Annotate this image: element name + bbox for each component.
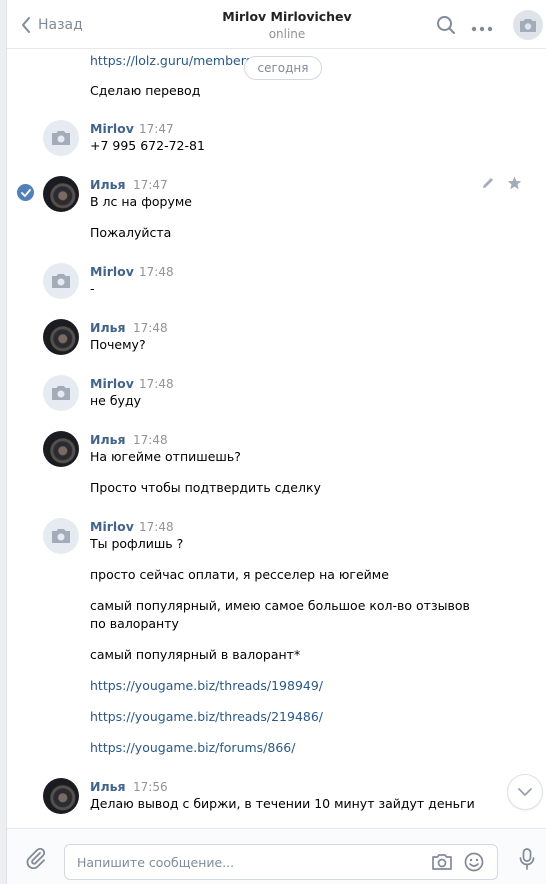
message-text: самый популярный, имею самое большое кол… [90, 598, 470, 631]
message-text: На югейме отпишешь? [90, 449, 241, 464]
microphone-icon [519, 848, 535, 870]
message-text: Делаю вывод с биржи, в течении 10 минут … [90, 796, 475, 811]
message-feed[interactable]: https://lolz.guru/members/5 Сделаю перев… [7, 50, 546, 828]
avatar[interactable] [43, 263, 79, 299]
back-label: Назад [38, 17, 83, 33]
avatar[interactable] [43, 176, 79, 212]
pencil-icon [483, 178, 493, 188]
author-name[interactable]: Mirlov [90, 264, 134, 279]
avatar[interactable] [43, 778, 79, 814]
chevron-down-icon [518, 788, 532, 796]
message-time[interactable]: 17:47 [133, 178, 168, 192]
chevron-left-icon [22, 17, 30, 33]
emoji-button[interactable] [464, 852, 484, 876]
message-text: Почему? [90, 337, 146, 352]
message-text: самый популярный в валорант* [90, 647, 301, 662]
selected-check-icon[interactable] [17, 184, 34, 201]
attach-button[interactable] [25, 847, 47, 873]
author-name[interactable]: Mirlov [90, 121, 134, 136]
chat-header: Назад Mirlov Mirlovichev online [7, 0, 546, 49]
message-link[interactable]: https://yougame.biz/threads/198949/ [90, 677, 490, 695]
camera-icon [52, 274, 70, 288]
chat-window: Назад Mirlov Mirlovichev online сегодня … [6, 0, 546, 884]
message-text: - [90, 281, 95, 296]
message-text: просто сейчас оплати, я ресселер на югей… [90, 567, 389, 582]
camera-icon [52, 131, 70, 145]
message-time[interactable]: 17:48 [139, 377, 174, 391]
message-input-box[interactable] [64, 844, 498, 880]
search-icon [437, 16, 455, 34]
camera-icon [52, 529, 70, 543]
conversation-title-block[interactable]: Mirlov Mirlovichev online [157, 9, 417, 41]
author-name[interactable]: Илья [90, 177, 126, 192]
edit-message-button[interactable] [481, 176, 495, 194]
message-text: не буду [90, 393, 141, 408]
author-name[interactable]: Mirlov [90, 376, 134, 391]
message-text: +7 995 672-72-81 [90, 138, 205, 153]
message-text: Сделаю перевод [90, 83, 201, 98]
author-name[interactable]: Илья [90, 320, 126, 335]
avatar[interactable] [43, 518, 79, 554]
message-text: В лс на форуме [90, 194, 192, 209]
message-link[interactable]: https://yougame.biz/forums/866/ [90, 739, 490, 757]
author-name[interactable]: Илья [90, 779, 126, 794]
message-time[interactable]: 17:56 [133, 780, 168, 794]
camera-icon [52, 386, 70, 400]
more-actions-button[interactable] [471, 21, 493, 36]
avatar[interactable] [43, 319, 79, 355]
smile-icon [464, 852, 484, 872]
message-text: Ты рофлишь ? [90, 536, 184, 551]
attach-photo-button[interactable] [431, 852, 453, 876]
avatar[interactable] [43, 375, 79, 411]
message-input[interactable] [77, 845, 417, 879]
star-icon [507, 176, 522, 190]
message-text: Пожалуйста [90, 225, 172, 240]
date-separator: сегодня [244, 56, 322, 80]
composer [7, 828, 546, 884]
message-time[interactable]: 17:48 [139, 265, 174, 279]
message-time[interactable]: 17:47 [139, 122, 174, 136]
voice-message-button[interactable] [519, 848, 535, 874]
avatar[interactable] [43, 120, 79, 156]
more-icon [471, 26, 493, 32]
scroll-to-bottom-button[interactable] [507, 774, 543, 810]
online-status: online [268, 27, 306, 41]
avatar[interactable] [43, 431, 79, 467]
camera-icon [520, 18, 536, 32]
message-text: Просто чтобы подтвердить сделку [90, 480, 321, 495]
message-time[interactable]: 17:48 [139, 520, 174, 534]
conversation-title: Mirlov Mirlovichev [222, 9, 352, 24]
author-name[interactable]: Mirlov [90, 519, 134, 534]
back-button[interactable]: Назад [21, 14, 83, 36]
camera-icon [432, 854, 452, 870]
message-link[interactable]: https://yougame.biz/threads/219486/ [90, 708, 490, 726]
message-time[interactable]: 17:48 [133, 321, 168, 335]
paperclip-icon [26, 847, 46, 870]
header-avatar[interactable] [513, 10, 543, 40]
author-name[interactable]: Илья [90, 432, 126, 447]
search-button[interactable] [436, 15, 456, 39]
favorite-message-button[interactable] [507, 176, 522, 194]
message-time[interactable]: 17:48 [133, 433, 168, 447]
